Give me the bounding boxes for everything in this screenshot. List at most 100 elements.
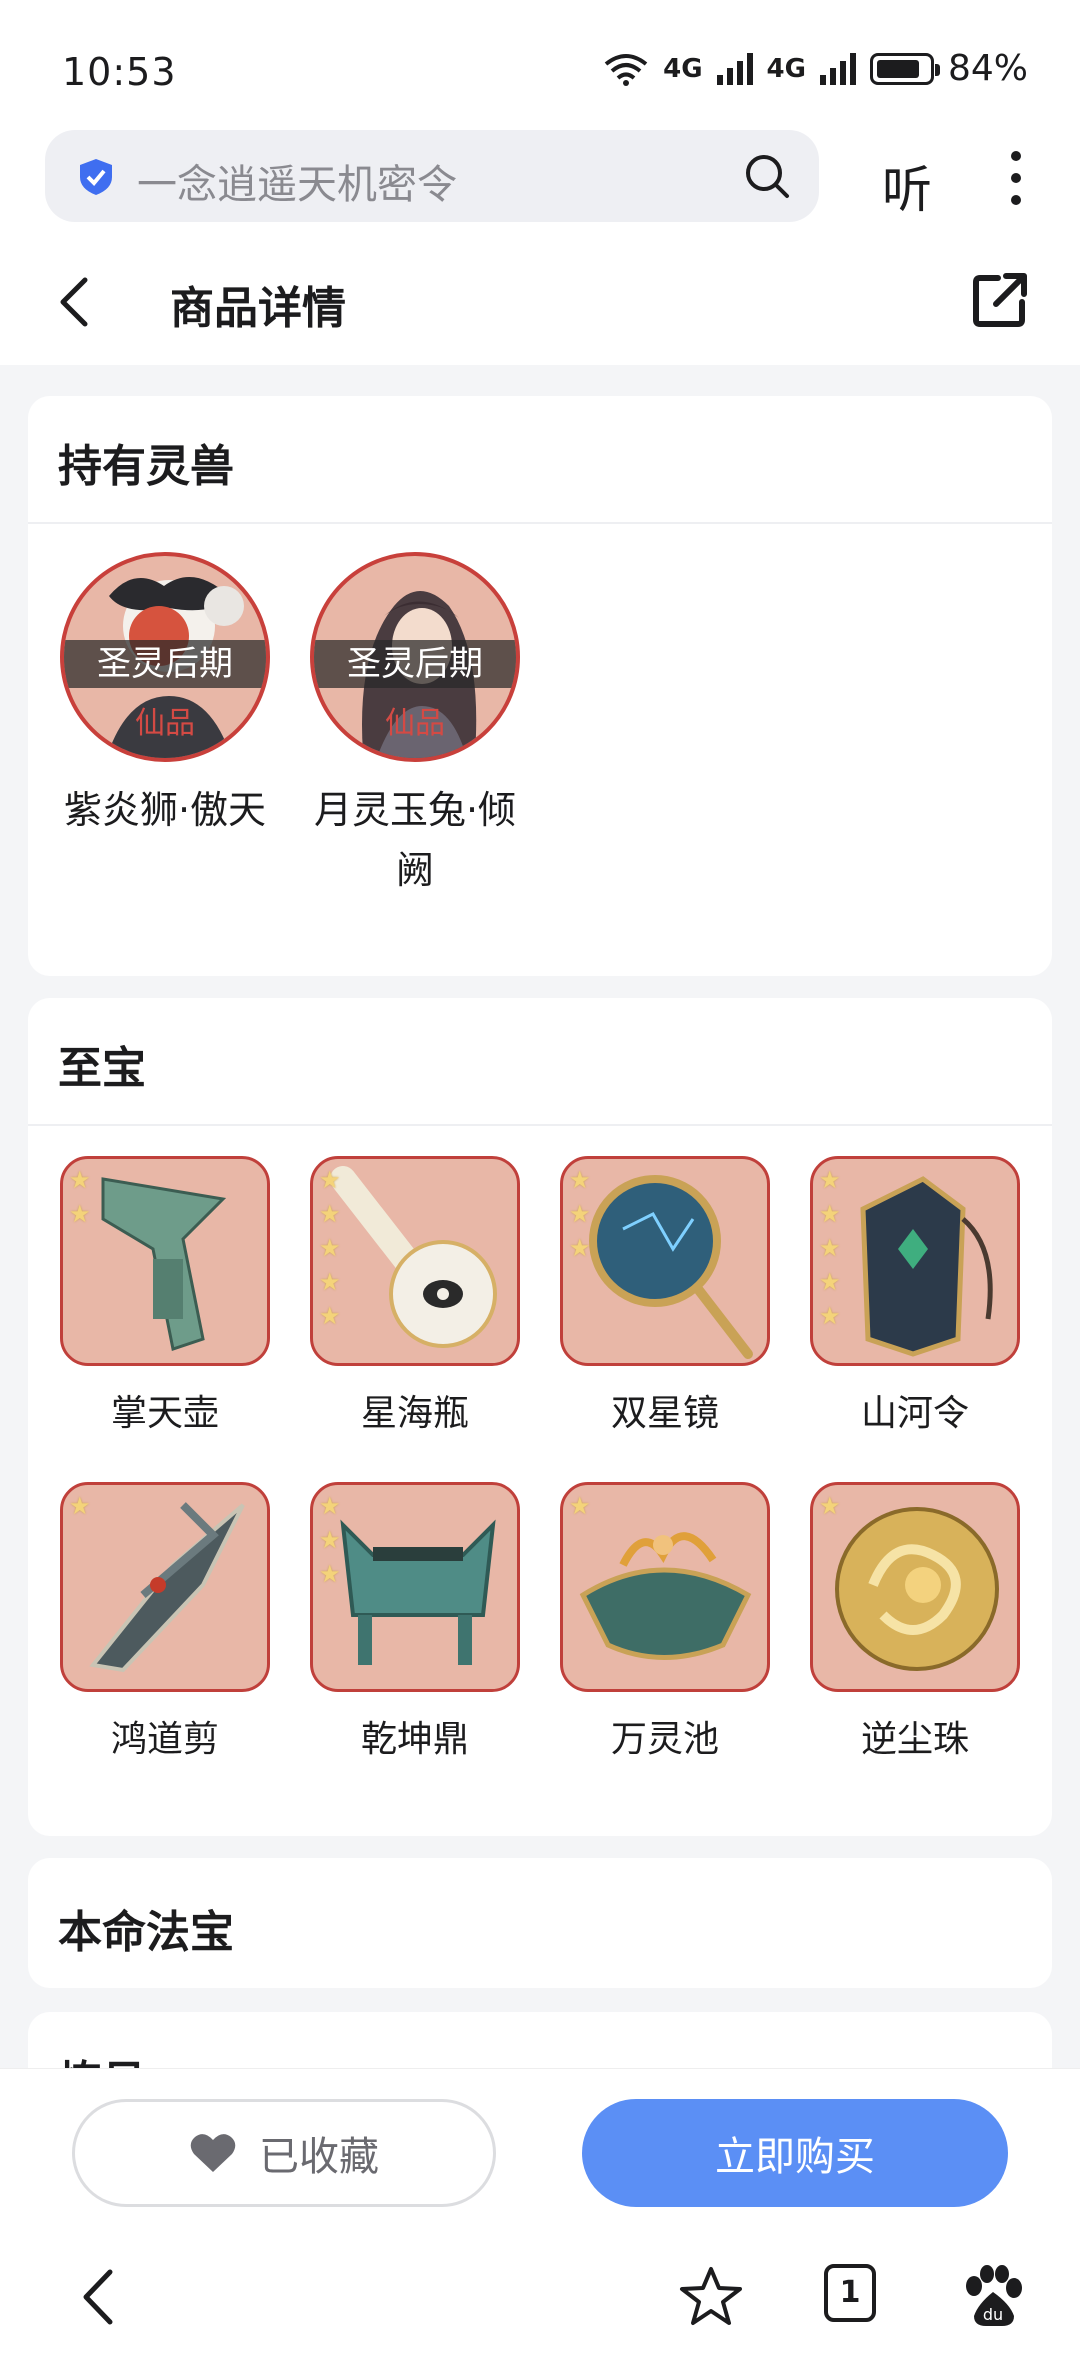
search-row: 一念逍遥天机密令 听 — [0, 130, 1080, 240]
star-rating: ★ — [819, 1493, 841, 1519]
battery-level — [876, 59, 919, 78]
bookmark-star-icon[interactable] — [678, 2264, 744, 2330]
back-icon[interactable] — [55, 276, 95, 328]
star-icon: ★ — [319, 1166, 341, 1194]
star-rating: ★ ★ ★ — [319, 1493, 341, 1587]
search-input[interactable]: 一念逍遥天机密令 — [45, 130, 819, 222]
divider — [28, 522, 1052, 524]
star-icon: ★ — [319, 1560, 341, 1588]
treasure-name: 乾坤鼎 — [360, 1719, 469, 1760]
star-icon: ★ — [569, 1200, 591, 1228]
star-rating: ★ — [569, 1493, 591, 1519]
page-header: 商品详情 — [0, 240, 1080, 365]
signal-bars-icon — [819, 52, 856, 85]
tabs-button[interactable]: 1 — [824, 2264, 890, 2330]
pet-name: 紫炎狮·傲天 — [63, 788, 267, 832]
star-icon: ★ — [69, 1200, 91, 1228]
pet-item[interactable]: 圣灵后期 仙品 月灵玉兔·倾阙 — [310, 552, 520, 900]
status-icons: 4G 4G 84% — [603, 48, 1028, 89]
treasure-section-title: 至宝 — [58, 1043, 146, 1094]
star-icon: ★ — [819, 1166, 841, 1194]
pets-section-title: 持有灵兽 — [58, 441, 234, 492]
treasure-image: ★ — [560, 1482, 770, 1692]
star-icon: ★ — [569, 1492, 591, 1520]
treasure-name: 逆尘珠 — [860, 1719, 969, 1760]
treasure-item[interactable]: ★ ★ ★ 乾坤鼎 — [310, 1482, 520, 1770]
star-icon: ★ — [819, 1492, 841, 1520]
battery-icon — [869, 52, 940, 85]
star-icon: ★ — [69, 1492, 91, 1520]
pet-grade: 仙品 — [135, 706, 195, 741]
pet-grade: 仙品 — [385, 706, 445, 741]
pet-avatar: 圣灵后期 仙品 — [310, 552, 520, 762]
search-icon[interactable] — [743, 152, 791, 200]
status-time: 10:53 — [62, 50, 177, 94]
treasure-name: 万灵池 — [610, 1719, 719, 1760]
star-icon: ★ — [569, 1166, 591, 1194]
divider — [28, 1124, 1052, 1126]
treasure-item[interactable]: ★ 鸿道剪 — [60, 1482, 270, 1770]
buy-now-button[interactable]: 立即购买 — [582, 2099, 1008, 2207]
pot-icon — [101, 1177, 227, 1351]
treasure-item[interactable]: ★ 万灵池 — [560, 1482, 770, 1770]
bottle-icon — [330, 1166, 497, 1348]
treasure-name: 山河令 — [860, 1393, 969, 1434]
treasure-image: ★ ★ ★ — [310, 1482, 520, 1692]
star-icon: ★ — [819, 1200, 841, 1228]
signal-bars-icon — [716, 52, 753, 85]
star-icon: ★ — [319, 1526, 341, 1554]
nav-back-icon[interactable] — [66, 2264, 132, 2330]
treasure-image: ★ ★ — [60, 1156, 270, 1366]
treasure-image: ★ ★ ★ — [560, 1156, 770, 1366]
fabao-section-title: 本命法宝 — [58, 1907, 234, 1958]
star-icon: ★ — [319, 1200, 341, 1228]
scissors-icon — [89, 1502, 245, 1673]
page-title: 商品详情 — [170, 283, 346, 334]
treasure-item[interactable]: ★ ★ ★ 双星镜 — [560, 1156, 770, 1444]
search-placeholder: 一念逍遥天机密令 — [137, 162, 457, 208]
signal-label-2: 4G — [766, 53, 806, 84]
treasure-name: 双星镜 — [610, 1393, 719, 1434]
treasure-item[interactable]: ★ ★ ★ ★ ★ 星海瓶 — [310, 1156, 520, 1444]
treasure-item[interactable]: ★ 逆尘珠 — [810, 1482, 1020, 1770]
star-rating: ★ ★ ★ ★ ★ — [319, 1167, 341, 1329]
pet-avatar: 圣灵后期 仙品 — [60, 552, 270, 762]
star-rating: ★ ★ ★ ★ ★ — [819, 1167, 841, 1329]
tab-count: 1 — [824, 2264, 876, 2322]
pearl-icon — [835, 1507, 999, 1671]
pet-item[interactable]: 圣灵后期 仙品 紫炎狮·傲天 — [60, 552, 270, 840]
heart-icon — [190, 2134, 236, 2172]
cauldron-icon — [340, 1519, 496, 1665]
star-icon: ★ — [569, 1234, 591, 1262]
star-icon: ★ — [69, 1166, 91, 1194]
treasure-name: 掌天壶 — [110, 1393, 219, 1434]
baidu-paw-icon[interactable]: du — [960, 2264, 1026, 2330]
treasure-image: ★ ★ ★ ★ ★ — [310, 1156, 520, 1366]
svg-text:du: du — [983, 2305, 1003, 2324]
favorite-button[interactable]: 已收藏 — [72, 2099, 496, 2207]
listen-button[interactable]: 听 — [882, 150, 932, 222]
share-icon[interactable] — [970, 270, 1030, 330]
signal-label-1: 4G — [663, 53, 703, 84]
favorite-label: 已收藏 — [259, 2134, 379, 2180]
star-icon: ★ — [319, 1302, 341, 1330]
star-rating: ★ ★ — [69, 1167, 91, 1227]
wifi-icon — [604, 53, 648, 86]
status-bar: 10:53 4G 4G 84% — [0, 0, 1080, 130]
pool-icon — [579, 1532, 752, 1660]
browser-nav-bar: 1 du — [0, 2236, 1080, 2363]
treasure-image: ★ — [810, 1482, 1020, 1692]
treasure-name: 星海瓶 — [360, 1393, 469, 1434]
star-icon: ★ — [819, 1234, 841, 1262]
treasure-item[interactable]: ★ ★ ★ ★ ★ 山河令 — [810, 1156, 1020, 1444]
battery-percent: 84% — [947, 48, 1028, 89]
shield-icon — [80, 159, 112, 195]
pets-card: 持有灵兽 圣灵后期 仙品 紫炎狮·傲天 圣灵后期 仙品 月灵玉兔·倾阙 — [28, 396, 1052, 976]
treasure-item[interactable]: ★ ★ 掌天壶 — [60, 1156, 270, 1444]
pet-stage: 圣灵后期 — [314, 640, 516, 688]
pet-name: 月灵玉兔·倾阙 — [313, 788, 517, 892]
treasure-name: 鸿道剪 — [110, 1719, 219, 1760]
star-icon: ★ — [319, 1234, 341, 1262]
fabao-card[interactable]: 本命法宝 — [28, 1858, 1052, 1988]
more-vertical-icon[interactable] — [1006, 150, 1026, 206]
